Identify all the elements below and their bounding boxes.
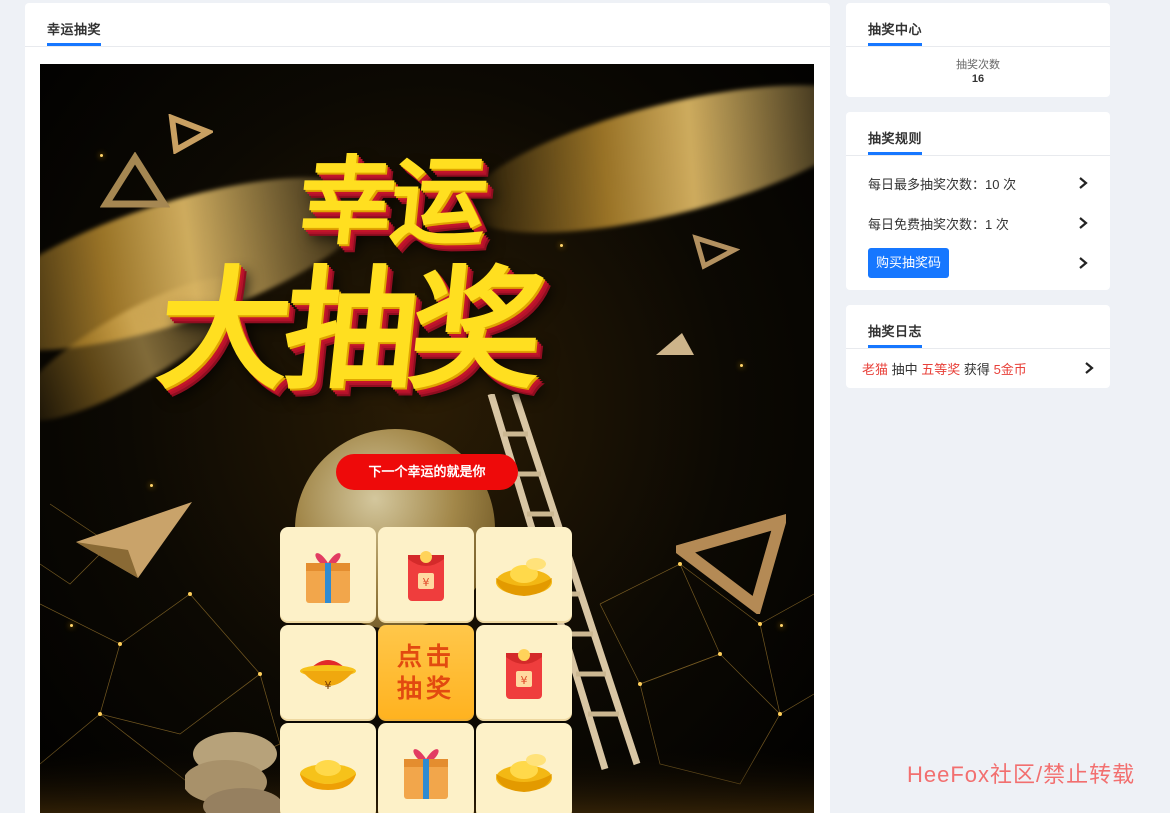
- draw-button-line1: 点击: [396, 642, 455, 671]
- draw-button[interactable]: 点击 抽奖: [378, 625, 474, 721]
- chevron-right-icon: [1085, 362, 1094, 374]
- prize-cell: [476, 527, 572, 623]
- sparkle-decoration: [740, 364, 743, 367]
- gold-bowl-icon: ¥: [300, 660, 356, 692]
- log-verb2: 获得: [963, 361, 990, 377]
- gift-box-icon: [306, 553, 350, 603]
- sparkle-decoration: [780, 624, 783, 627]
- prize-cell: ¥: [476, 625, 572, 721]
- svg-text:¥: ¥: [423, 576, 430, 589]
- draw-count-value: 16: [971, 73, 985, 85]
- sparkle-decoration: [70, 624, 73, 627]
- prize-cell: [280, 527, 376, 623]
- coins-stack-decoration: [185, 732, 283, 813]
- tab-lucky-draw[interactable]: 幸运抽奖: [47, 19, 102, 46]
- log-prize: 五等奖: [921, 361, 961, 377]
- prize-cell: [280, 723, 376, 813]
- lottery-panel-header: 幸运抽奖: [25, 3, 830, 47]
- draw-count-label: 抽奖次数: [956, 59, 1000, 71]
- banner-title: 幸运 大抽奖: [151, 114, 680, 414]
- gold-ingot-icon: [496, 558, 552, 596]
- chevron-right-icon: [1079, 177, 1088, 189]
- prize-cell: [476, 723, 572, 813]
- rule-buy-row: 购买抽奖码: [868, 248, 1088, 278]
- sparkle-decoration: [150, 484, 153, 487]
- prize-cell: [378, 723, 474, 813]
- watermark: HeeFox社区/禁止转载: [907, 762, 1136, 787]
- lottery-rules-title: 抽奖规则: [868, 128, 923, 155]
- lottery-rules-panel: 抽奖规则 每日最多抽奖次数：10 次 每日免费抽奖次数：1 次 购买抽奖码: [846, 112, 1110, 290]
- red-envelope-icon: ¥: [408, 551, 444, 601]
- red-envelope-icon: ¥: [506, 649, 542, 699]
- buy-lottery-code-button[interactable]: 购买抽奖码: [868, 248, 950, 278]
- chevron-right-icon[interactable]: [1078, 257, 1088, 269]
- log-user: 老猫: [862, 361, 889, 377]
- triangle-decoration: [76, 502, 192, 578]
- gift-box-icon: [404, 749, 448, 799]
- rule-max-daily[interactable]: 每日最多抽奖次数：10 次: [868, 168, 1088, 198]
- svg-text:¥: ¥: [325, 679, 332, 692]
- svg-text:¥: ¥: [521, 674, 528, 687]
- triangle-decoration: [676, 514, 786, 614]
- lottery-log-panel: 抽奖日志 老猫 抽中 五等奖 获得 5金币: [846, 305, 1110, 388]
- lottery-center-panel: 抽奖中心 抽奖次数 16: [846, 3, 1110, 97]
- lottery-log-title: 抽奖日志: [868, 321, 923, 348]
- lottery-center-title: 抽奖中心: [868, 19, 923, 46]
- lottery-log-header: 抽奖日志: [846, 305, 1110, 349]
- log-verb1: 抽中: [891, 361, 918, 377]
- triangle-decoration: [692, 234, 740, 270]
- lottery-center-header: 抽奖中心: [846, 3, 1110, 47]
- slogan-badge: 下一个幸运的就是你: [336, 454, 518, 490]
- draw-button-line2: 抽奖: [396, 674, 455, 703]
- rule-free-daily-text: 每日免费抽奖次数：1 次: [868, 216, 1009, 232]
- lottery-banner: 幸运 大抽奖 下一个幸运的就是你 ¥ ¥ 点击 抽奖 ¥: [40, 64, 814, 813]
- prize-grid: ¥ ¥ 点击 抽奖 ¥: [280, 527, 574, 813]
- log-entry-text: 老猫 抽中 五等奖 获得 5金币: [862, 359, 1027, 378]
- gold-ingot-small-icon: [300, 760, 356, 790]
- log-reward: 5金币: [993, 361, 1027, 377]
- rule-max-daily-text: 每日最多抽奖次数：10 次: [868, 176, 1017, 192]
- rule-free-daily[interactable]: 每日免费抽奖次数：1 次: [868, 208, 1088, 238]
- prize-cell: ¥: [280, 625, 376, 721]
- lottery-panel: 幸运抽奖 幸运 大抽奖 下一个幸运的就是你 ¥ ¥ 点击 抽奖 ¥: [25, 3, 830, 813]
- gold-ingot-icon: [496, 754, 552, 792]
- log-entry[interactable]: 老猫 抽中 五等奖 获得 5金币: [862, 355, 1094, 381]
- banner-title-line2: 大抽奖: [150, 254, 545, 408]
- lottery-rules-header: 抽奖规则: [846, 112, 1110, 156]
- prize-cell: ¥: [378, 527, 474, 623]
- chevron-right-icon: [1079, 217, 1088, 229]
